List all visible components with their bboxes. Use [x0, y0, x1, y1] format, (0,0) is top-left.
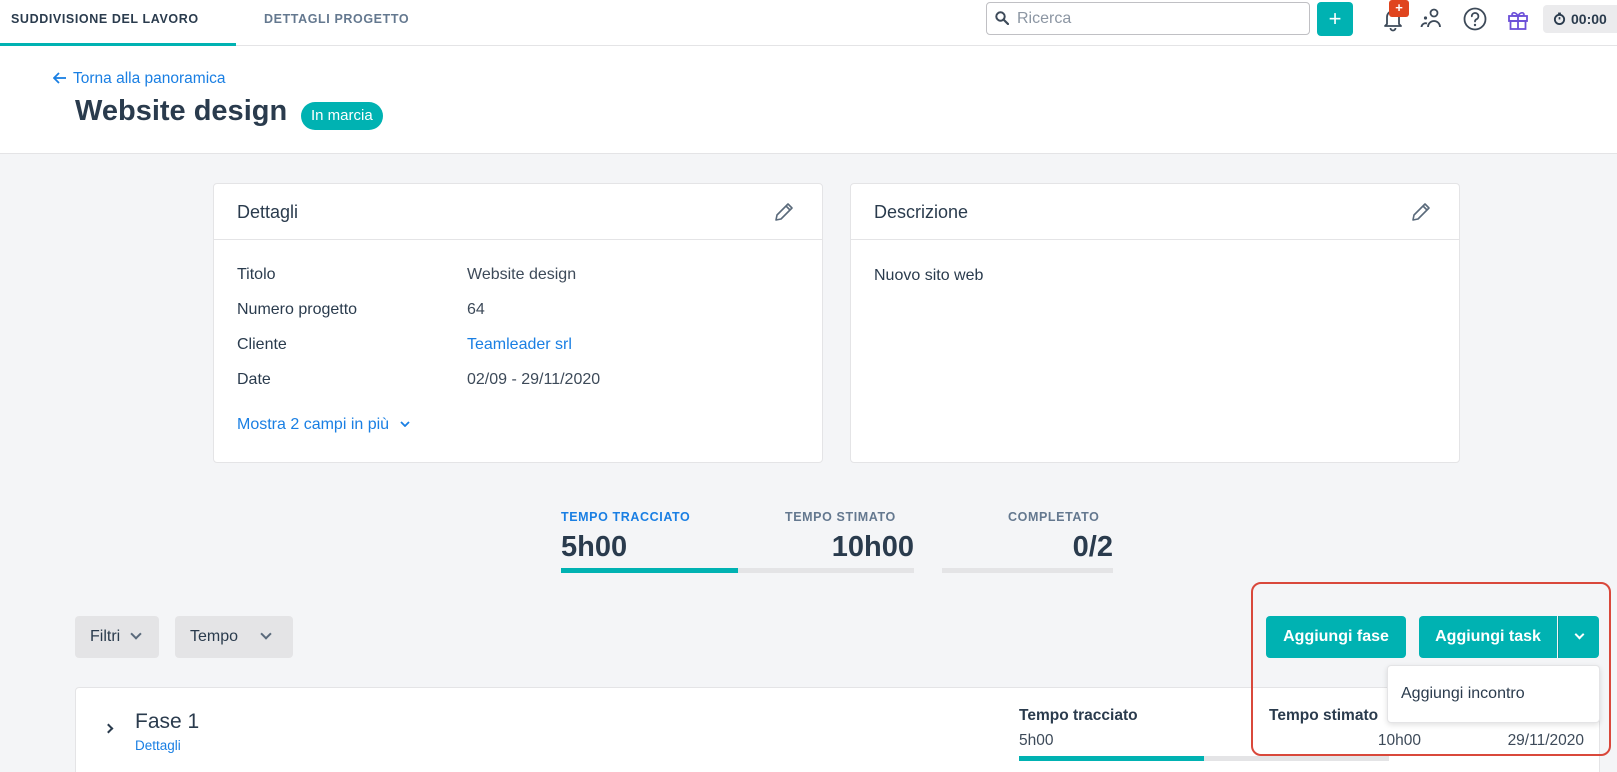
people-icon[interactable]: [1419, 6, 1445, 32]
chevron-right-icon[interactable]: [103, 723, 114, 734]
estimated-time-value: 10h00: [831, 531, 914, 563]
time-tracker[interactable]: 00:00: [1543, 5, 1617, 33]
phase-tracked-value: 5h00: [1019, 732, 1054, 749]
phase-details-link[interactable]: Dettagli: [135, 738, 181, 753]
phase-tracked-head: Tempo tracciato: [1019, 707, 1138, 724]
chevron-down-icon: [130, 628, 142, 640]
completed-value: 0/2: [1072, 531, 1113, 563]
highlight-annotation: [1251, 582, 1611, 756]
show-more-label: Mostra 2 campi in più: [237, 416, 390, 433]
detail-value: 64: [467, 301, 485, 318]
tracked-time-label: TEMPO TRACCIATO: [561, 510, 691, 524]
tracked-time-value: 5h00: [561, 531, 628, 563]
phase-name: Fase 1: [135, 710, 200, 733]
time-label: Tempo: [190, 628, 239, 645]
top-navigation: SUDDIVISIONE DEL LAVORO DETTAGLI PROGETT…: [0, 0, 1617, 46]
time-dropdown[interactable]: Tempo: [175, 616, 293, 658]
status-badge[interactable]: In marcia: [301, 102, 383, 130]
time-progress-fill: [561, 568, 738, 573]
description-card-title: Descrizione: [874, 202, 969, 222]
page-header: Torna alla panoramica Website design In …: [0, 46, 1617, 154]
description-text: Nuovo sito web: [874, 267, 984, 284]
phase-time-progress-fill: [1019, 756, 1204, 761]
tab-project-details[interactable]: DETTAGLI PROGETTO: [264, 0, 409, 46]
details-card: Dettagli Titolo Website design Numero pr…: [213, 183, 823, 463]
timer-value: 00:00: [1571, 11, 1607, 27]
arrow-left-icon: [52, 72, 66, 84]
tab-work-breakdown[interactable]: SUDDIVISIONE DEL LAVORO: [0, 0, 236, 46]
completed-progress-bar: [942, 568, 1113, 573]
detail-label: Numero progetto: [237, 301, 358, 318]
search-icon: [995, 11, 1009, 25]
detail-label: Date: [237, 371, 271, 388]
time-progress-bar: [561, 568, 914, 573]
detail-value: Website design: [467, 266, 577, 283]
client-link[interactable]: Teamleader srl: [467, 336, 572, 354]
pencil-icon[interactable]: [1409, 200, 1433, 224]
search-box[interactable]: [986, 2, 1310, 35]
back-link-label: Torna alla panoramica: [73, 70, 226, 87]
detail-label: Titolo: [237, 266, 276, 283]
stopwatch-icon: [1553, 12, 1566, 26]
gift-icon[interactable]: [1505, 6, 1531, 32]
search-input[interactable]: [1017, 3, 1307, 34]
details-card-title: Dettagli: [237, 202, 299, 222]
detail-label: Cliente: [237, 336, 287, 353]
detail-value: 02/09 - 29/11/2020: [467, 371, 601, 388]
quick-add-button[interactable]: +: [1317, 2, 1353, 36]
completed-label: COMPLETATO: [1008, 510, 1100, 524]
help-icon[interactable]: [1462, 6, 1488, 32]
page-title: Website design: [75, 95, 288, 127]
filters-dropdown[interactable]: Filtri: [75, 616, 159, 658]
description-card: Descrizione Nuovo sito web: [850, 183, 1460, 463]
chevron-down-icon: [399, 421, 410, 428]
back-link[interactable]: Torna alla panoramica: [52, 70, 226, 88]
filters-label: Filtri: [90, 628, 121, 645]
estimated-time-label: TEMPO STIMATO: [785, 510, 896, 524]
show-more-fields-link[interactable]: Mostra 2 campi in più: [237, 416, 410, 434]
pencil-icon[interactable]: [772, 200, 796, 224]
chevron-down-icon: [260, 628, 272, 640]
phase-time-progress-bar: [1019, 756, 1389, 761]
notification-badge: +: [1389, 0, 1409, 17]
